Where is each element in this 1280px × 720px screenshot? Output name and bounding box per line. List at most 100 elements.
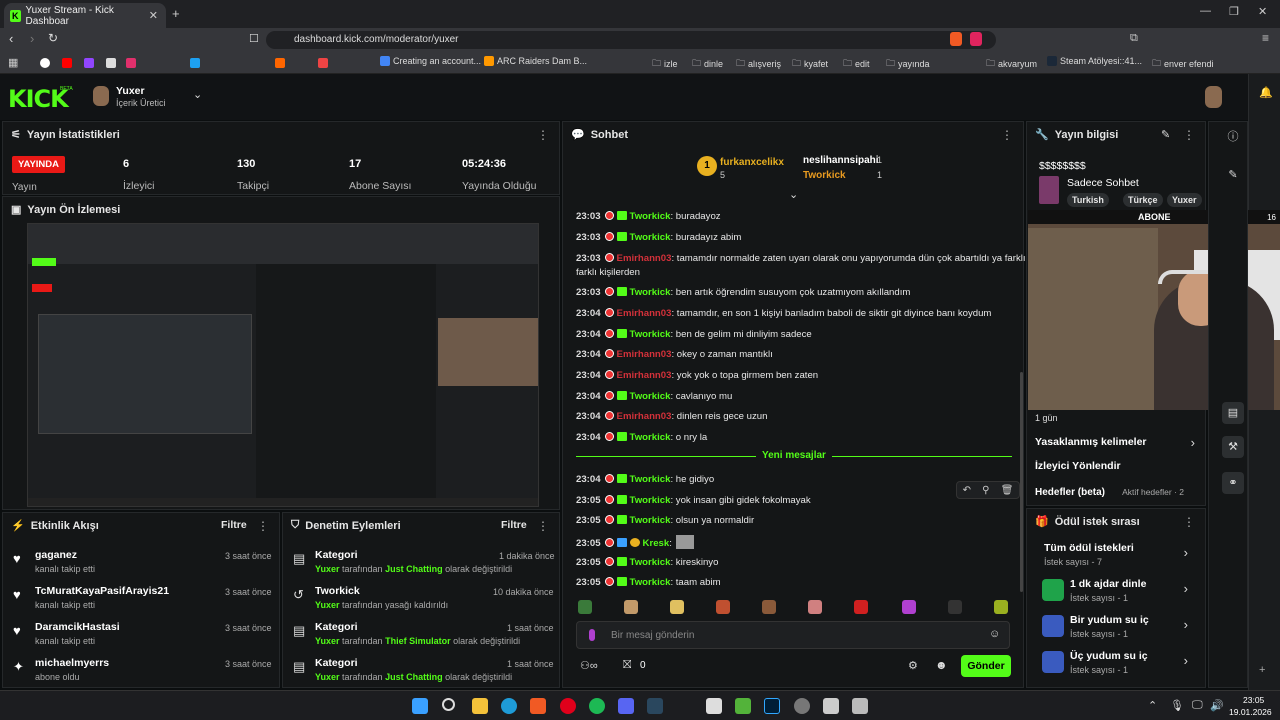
url-field[interactable]: dashboard.kick.com/moderator/yuxer (266, 31, 996, 49)
message-username[interactable]: Tworkick (630, 287, 671, 298)
app-icon[interactable] (852, 698, 868, 714)
tray-chevron-icon[interactable]: ⌃ (1148, 699, 1157, 712)
list-icon[interactable]: ▤ (1222, 402, 1244, 424)
bookmark-item[interactable]: Steam Atölyesi::41... (1047, 56, 1142, 66)
banned-words-link[interactable]: Yasaklanmış kelimeler › (1035, 435, 1195, 450)
spotify-icon[interactable] (589, 698, 605, 714)
viewer-redirect-link[interactable]: İzleyici Yönlendir (1035, 460, 1121, 472)
emote-icon[interactable] (854, 600, 868, 614)
bookmark-item[interactable]: Creating an account... (380, 56, 481, 66)
apps-icon[interactable]: ▦ (8, 56, 18, 69)
mic-tray-icon[interactable]: 🎙 (1170, 699, 1184, 712)
delete-icon[interactable]: 🗑 (1001, 485, 1014, 496)
send-button[interactable]: Gönder (961, 655, 1011, 677)
bm-icon-7[interactable] (275, 58, 285, 68)
clock-date[interactable]: 19.01.2026 (1229, 707, 1272, 717)
chat-message[interactable]: 23:04 Tworkick: o nry la (576, 431, 707, 444)
emote-icon[interactable] (670, 600, 684, 614)
explorer-icon[interactable] (472, 698, 488, 714)
chat-message[interactable]: 23:03 Tworkick: ben artık öğrendim susuyo… (576, 286, 910, 299)
brave-rewards-icon[interactable] (970, 32, 982, 46)
mic-icon[interactable] (589, 629, 595, 641)
sidebar-add-icon[interactable]: + (1259, 664, 1265, 676)
emote-icon[interactable] (624, 600, 638, 614)
emote-icon[interactable] (808, 600, 822, 614)
chat-message[interactable]: 23:05 Kresk: (576, 535, 694, 550)
app-icon[interactable] (794, 698, 810, 714)
message-username[interactable]: Kresk (643, 538, 670, 549)
message-username[interactable]: Tworkick (630, 432, 671, 443)
message-username[interactable]: Emirhann03 (617, 411, 672, 422)
mod-tools-icon[interactable]: ⚇∞ (580, 659, 598, 672)
bookmark-folder[interactable]: 🗀 dinle (692, 56, 723, 72)
bookmark-folder[interactable]: 🗀 kyafet (792, 56, 828, 72)
goals-link[interactable]: Hedefler (beta) Aktif hedefler · 2 (1035, 486, 1195, 500)
chat-settings-icon[interactable]: ⚙ (908, 659, 918, 672)
chat-message[interactable]: 23:05 Tworkick: yok insan gibi gidek foko… (576, 494, 811, 507)
share-icon[interactable]: ⚭ (1222, 472, 1244, 494)
browser-tab[interactable]: K Yuxer Stream - Kick Dashboar ✕ (4, 3, 166, 28)
kick-logo[interactable]: KICK (8, 85, 69, 113)
scrollbar[interactable] (1020, 372, 1023, 592)
minimize-icon[interactable]: — (1200, 5, 1211, 17)
profile-avatar[interactable] (1205, 86, 1222, 108)
reward-item[interactable]: Bir yudum su iç İstek sayısı - 1 › (1042, 612, 1192, 642)
extensions-icon[interactable]: ⧉ (1130, 32, 1138, 45)
message-username[interactable]: Emirhann03 (617, 253, 672, 264)
message-username[interactable]: Tworkick (630, 391, 671, 402)
forward-icon[interactable]: › (30, 31, 34, 46)
reward-item[interactable]: 1 dk ajdar dinle İstek sayısı - 1 › (1042, 576, 1192, 606)
chevron-down-icon[interactable]: ⌄ (193, 88, 202, 101)
brave-shield-icon[interactable] (950, 32, 962, 46)
reply-icon[interactable]: ↶ (963, 485, 971, 496)
message-username[interactable]: Tworkick (630, 329, 671, 340)
bookmark-folder[interactable]: 🗀 yayında (886, 56, 930, 72)
bm-icon-6[interactable] (190, 58, 200, 68)
discord-icon[interactable] (618, 698, 634, 714)
message-username[interactable]: Tworkick (630, 557, 671, 568)
emote-icon[interactable] (578, 600, 592, 614)
close-window-icon[interactable]: ✕ (1258, 5, 1267, 18)
top-gifter-1[interactable]: furkanxcelikx (720, 157, 784, 168)
reward-item[interactable]: Tüm ödül istekleri İstek sayısı - 7 › (1042, 540, 1192, 570)
collapse-icon[interactable]: ⌄ (789, 188, 798, 201)
avatar[interactable] (93, 86, 109, 106)
message-username[interactable]: Emirhann03 (617, 370, 672, 381)
chat-message[interactable]: 23:05 Tworkick: taam abim (576, 576, 721, 589)
chat-message[interactable]: 23:04 Tworkick: he gidiyo (576, 473, 714, 486)
app-icon[interactable] (823, 698, 839, 714)
edge-icon[interactable] (501, 698, 517, 714)
search-icon[interactable] (442, 698, 455, 711)
message-username[interactable]: Emirhann03 (617, 349, 672, 360)
message-username[interactable]: Tworkick (630, 577, 671, 588)
more-icon[interactable]: ⋮ (1183, 515, 1195, 529)
bm-icon-5[interactable] (126, 58, 136, 68)
message-username[interactable]: Emirhann03 (617, 308, 672, 319)
bookmark-icon[interactable]: ☐ (249, 32, 259, 45)
network-icon[interactable]: 🖵 (1192, 699, 1203, 712)
message-username[interactable]: Tworkick (630, 474, 671, 485)
more-icon[interactable]: ⋮ (257, 519, 269, 533)
start-icon[interactable] (412, 698, 428, 714)
bm-icon-8[interactable] (318, 58, 328, 68)
back-icon[interactable]: ‹ (9, 31, 13, 46)
top-gifter-2[interactable]: neslihannsipahi (803, 155, 879, 166)
message-username[interactable]: Tworkick (630, 515, 671, 526)
chat-message[interactable]: 23:04 Emirhann03: yok yok o topa girmem b… (576, 369, 818, 382)
chat-message[interactable]: 23:03 Emirhann03: tamamdır normalde zaten… (576, 252, 1026, 265)
epic-icon[interactable] (706, 698, 722, 714)
opera-icon[interactable] (560, 698, 576, 714)
emoji-icon[interactable]: ☺ (989, 628, 1000, 640)
maximize-icon[interactable]: ❐ (1229, 5, 1239, 18)
pencil-icon[interactable]: ✎ (1222, 164, 1244, 186)
bookmark-folder[interactable]: 🗀 izle (652, 56, 678, 72)
info-icon[interactable]: ⓘ (1222, 126, 1244, 148)
brave-icon[interactable] (530, 698, 546, 714)
pin-icon[interactable]: ⚲ (982, 485, 989, 496)
message-username[interactable]: Tworkick (630, 211, 671, 222)
close-tab-icon[interactable]: ✕ (149, 9, 158, 22)
chat-message[interactable]: 23:05 Tworkick: kireskinyo (576, 556, 718, 569)
emote-icon[interactable] (762, 600, 776, 614)
more-icon[interactable]: ⋮ (537, 519, 549, 533)
edit-icon[interactable]: ✎ (1161, 128, 1170, 141)
